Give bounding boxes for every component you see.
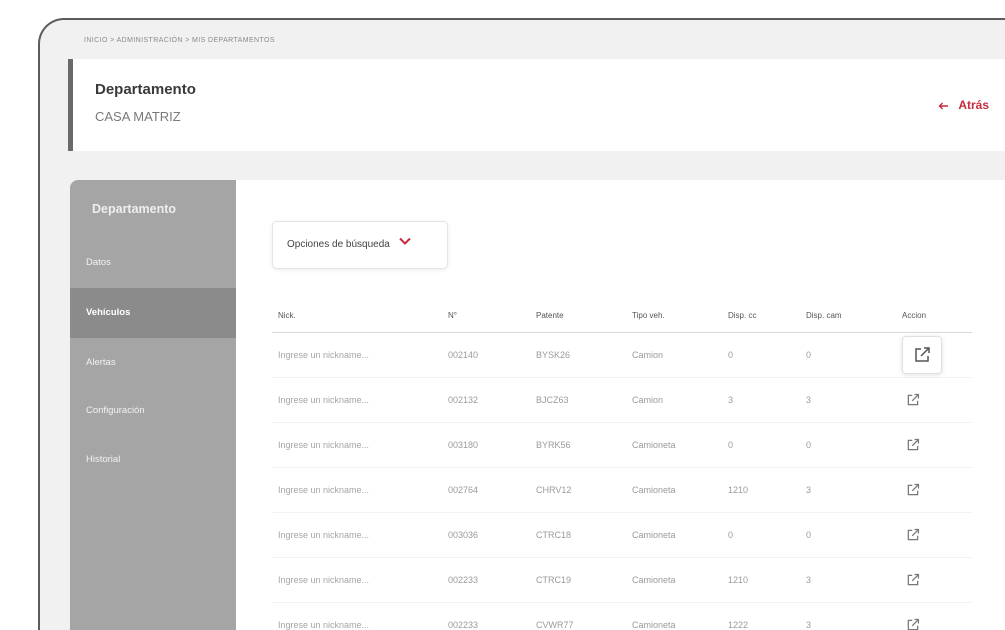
column-header: Accion: [896, 300, 972, 333]
cell-number: 002233: [442, 557, 530, 603]
table-row: 002233 CTRC19 Camioneta 1210 3: [272, 557, 972, 603]
vehicles-table: Nick. N° Patente Tipo veh. Disp. cc Disp…: [272, 300, 972, 630]
cell-disp-cc: 3: [722, 377, 800, 423]
cell-disp-cam: 0: [800, 512, 896, 558]
nickname-input[interactable]: [278, 574, 428, 585]
arrow-left-icon: [938, 98, 952, 112]
sidebar-item-vehiculos[interactable]: Vehículos: [70, 288, 236, 338]
table-row: 002140 BYSK26 Camion 0 0: [272, 332, 972, 378]
app-frame: INICIO > ADMINISTRACIÓN > MIS DEPARTAMEN…: [38, 18, 1005, 630]
back-button[interactable]: Atrás: [938, 98, 998, 112]
cell-type: Camioneta: [626, 557, 722, 603]
cell-plate: CTRC19: [530, 557, 626, 603]
cell-disp-cc: 1210: [722, 557, 800, 603]
edit-button[interactable]: [902, 434, 924, 456]
search-options-dropdown[interactable]: Opciones de búsqueda: [272, 221, 448, 269]
back-label: Atrás: [958, 98, 990, 112]
cell-number: 002764: [442, 467, 530, 513]
cell-number: 003036: [442, 512, 530, 558]
sidebar-item-label: Datos: [86, 257, 111, 268]
nickname-input[interactable]: [278, 394, 428, 405]
cell-disp-cc: 1222: [722, 602, 800, 630]
cell-number: 002233: [442, 602, 530, 630]
table-row: 002233 CVWR77 Camioneta 1222 3: [272, 602, 972, 630]
column-header[interactable]: Disp. cc: [722, 300, 800, 333]
department-header: Departamento CASA MATRIZ Atrás: [68, 59, 1005, 151]
edit-button[interactable]: [902, 479, 924, 501]
nickname-input[interactable]: [278, 619, 428, 630]
department-name: CASA MATRIZ: [95, 109, 181, 124]
breadcrumb: INICIO > ADMINISTRACIÓN > MIS DEPARTAMEN…: [84, 37, 275, 44]
cell-type: Camioneta: [626, 467, 722, 513]
cell-disp-cc: 0: [722, 512, 800, 558]
cell-disp-cam: 0: [800, 332, 896, 378]
sidebar-item-label: Historial: [86, 454, 121, 465]
cell-type: Camioneta: [626, 602, 722, 630]
nickname-input[interactable]: [278, 349, 428, 360]
cell-disp-cam: 3: [800, 602, 896, 630]
main-content: Opciones de búsqueda Nick. N° Patente Ti…: [236, 180, 1005, 630]
sidebar-item-configuracion[interactable]: Configuración: [70, 386, 236, 436]
table-row: 002132 BJCZ63 Camion 3 3: [272, 377, 972, 423]
edit-button[interactable]: [902, 524, 924, 546]
edit-button[interactable]: [902, 614, 924, 630]
sidebar-title: Departamento: [92, 202, 177, 216]
cell-number: 003180: [442, 422, 530, 468]
cell-number: 002140: [442, 332, 530, 378]
edit-icon: [907, 573, 920, 585]
edit-icon: [907, 438, 920, 450]
table-row: 002764 CHRV12 Camioneta 1210 3: [272, 467, 972, 513]
edit-button[interactable]: [902, 335, 942, 374]
edit-icon: [907, 528, 920, 540]
nickname-input[interactable]: [278, 439, 428, 450]
sidebar-item-label: Vehículos: [86, 307, 131, 318]
cell-number: 002132: [442, 377, 530, 423]
sidebar-item-label: Configuración: [86, 405, 145, 416]
cell-plate: BYRK56: [530, 422, 626, 468]
sidebar-item-label: Alertas: [86, 357, 116, 368]
cell-plate: BYSK26: [530, 332, 626, 378]
nickname-input[interactable]: [278, 529, 428, 540]
edit-icon: [907, 393, 920, 405]
cell-disp-cam: 3: [800, 557, 896, 603]
cell-disp-cc: 0: [722, 332, 800, 378]
edit-icon: [907, 618, 920, 630]
cell-type: Camion: [626, 377, 722, 423]
cell-type: Camioneta: [626, 512, 722, 558]
column-header[interactable]: Tipo veh.: [626, 300, 722, 333]
page-title: Departamento: [95, 81, 196, 98]
sidebar: Departamento Datos Vehículos Alertas Con…: [70, 180, 236, 630]
column-header[interactable]: Disp. cam: [800, 300, 896, 333]
table-row: 003180 BYRK56 Camioneta 0 0: [272, 422, 972, 468]
edit-button[interactable]: [902, 569, 924, 591]
nickname-input[interactable]: [278, 484, 428, 495]
sidebar-item-historial[interactable]: Historial: [70, 435, 236, 485]
cell-plate: CVWR77: [530, 602, 626, 630]
sidebar-item-datos[interactable]: Datos: [70, 238, 236, 288]
edit-button[interactable]: [902, 389, 924, 411]
table-header-row: Nick. N° Patente Tipo veh. Disp. cc Disp…: [272, 300, 972, 333]
cell-disp-cam: 0: [800, 422, 896, 468]
cell-disp-cam: 3: [800, 467, 896, 513]
sidebar-item-alertas[interactable]: Alertas: [70, 338, 236, 388]
cell-plate: CTRC18: [530, 512, 626, 558]
column-header[interactable]: Patente: [530, 300, 626, 333]
table-row: 003036 CTRC18 Camioneta 0 0: [272, 512, 972, 558]
cell-plate: BJCZ63: [530, 377, 626, 423]
cell-disp-cam: 3: [800, 377, 896, 423]
search-options-label: Opciones de búsqueda: [287, 239, 390, 250]
edit-icon: [907, 483, 920, 495]
cell-disp-cc: 0: [722, 422, 800, 468]
cell-type: Camioneta: [626, 422, 722, 468]
cell-type: Camion: [626, 332, 722, 378]
cell-disp-cc: 1210: [722, 467, 800, 513]
column-header[interactable]: Nick.: [272, 300, 442, 333]
chevron-down-icon: [398, 220, 411, 266]
cell-plate: CHRV12: [530, 467, 626, 513]
edit-icon: [915, 346, 930, 362]
column-header[interactable]: N°: [442, 300, 530, 333]
